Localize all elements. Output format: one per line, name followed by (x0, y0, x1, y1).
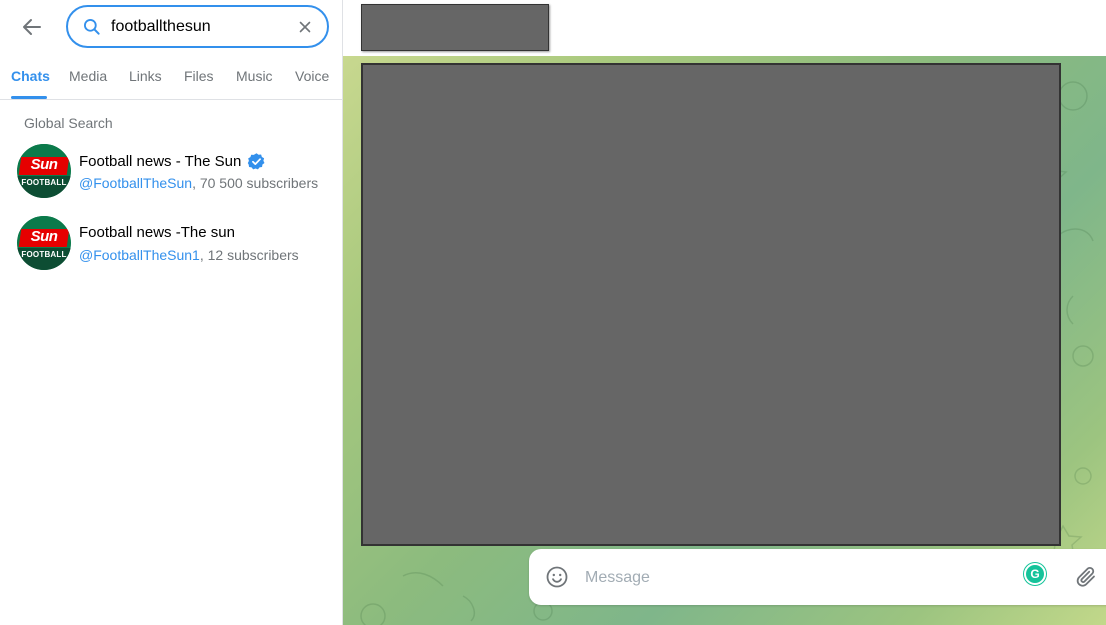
result-subscribers: , 12 subscribers (199, 247, 299, 263)
verified-badge-icon (248, 153, 265, 170)
tab-media[interactable]: Media (69, 68, 107, 84)
paperclip-icon[interactable] (1074, 565, 1098, 589)
redacted-chat-content (361, 63, 1061, 546)
search-icon (84, 19, 100, 35)
result-handle[interactable]: @FootballTheSun1 (79, 247, 200, 263)
tab-music[interactable]: Music (236, 68, 273, 84)
message-input[interactable] (585, 567, 985, 589)
tab-files[interactable]: Files (184, 68, 214, 84)
tab-links[interactable]: Links (129, 68, 162, 84)
search-box[interactable] (66, 5, 329, 48)
arrow-left-icon (23, 19, 41, 35)
avatar-logo-subtext: FOOTBALL (21, 178, 67, 187)
left-sidebar: Chats Media Links Files Music Voice Glob… (0, 0, 343, 625)
message-composer: G (529, 549, 1106, 605)
tab-chats[interactable]: Chats (11, 68, 50, 84)
search-input[interactable] (111, 16, 291, 38)
result-title: Football news - The Sun (79, 152, 266, 171)
active-tab-indicator (11, 96, 47, 99)
search-result-item[interactable]: Sun FOOTBALL Football news - The Sun @Fo… (0, 144, 342, 214)
result-name: Football news -The sun (79, 224, 235, 241)
chat-panel: G (343, 0, 1106, 625)
result-subscribers: , 70 500 subscribers (192, 175, 319, 191)
result-handle[interactable]: @FootballTheSun (79, 175, 192, 191)
global-search-title: Global Search (24, 115, 113, 131)
tab-voice[interactable]: Voice (295, 68, 329, 84)
result-title: Football news -The sun (79, 224, 235, 241)
avatar: Sun FOOTBALL (17, 216, 71, 270)
avatar: Sun FOOTBALL (17, 144, 71, 198)
redacted-chat-title (361, 4, 549, 51)
avatar-logo-text: Sun (30, 228, 58, 245)
avatar-logo-subtext: FOOTBALL (21, 250, 67, 259)
back-button[interactable] (18, 13, 46, 41)
result-name: Football news - The Sun (79, 153, 242, 170)
search-tabs: Chats Media Links Files Music Voice (0, 56, 342, 100)
smile-icon[interactable] (545, 565, 569, 589)
avatar-logo-text: Sun (30, 156, 58, 173)
result-subtitle: @FootballTheSun1, 12 subscribers (79, 247, 299, 263)
grammarly-icon[interactable]: G (1024, 563, 1046, 585)
search-result-item[interactable]: Sun FOOTBALL Football news -The sun @Foo… (0, 216, 342, 286)
result-subtitle: @FootballTheSun, 70 500 subscribers (79, 175, 318, 191)
close-icon[interactable] (297, 19, 313, 35)
chat-header (343, 0, 1106, 56)
